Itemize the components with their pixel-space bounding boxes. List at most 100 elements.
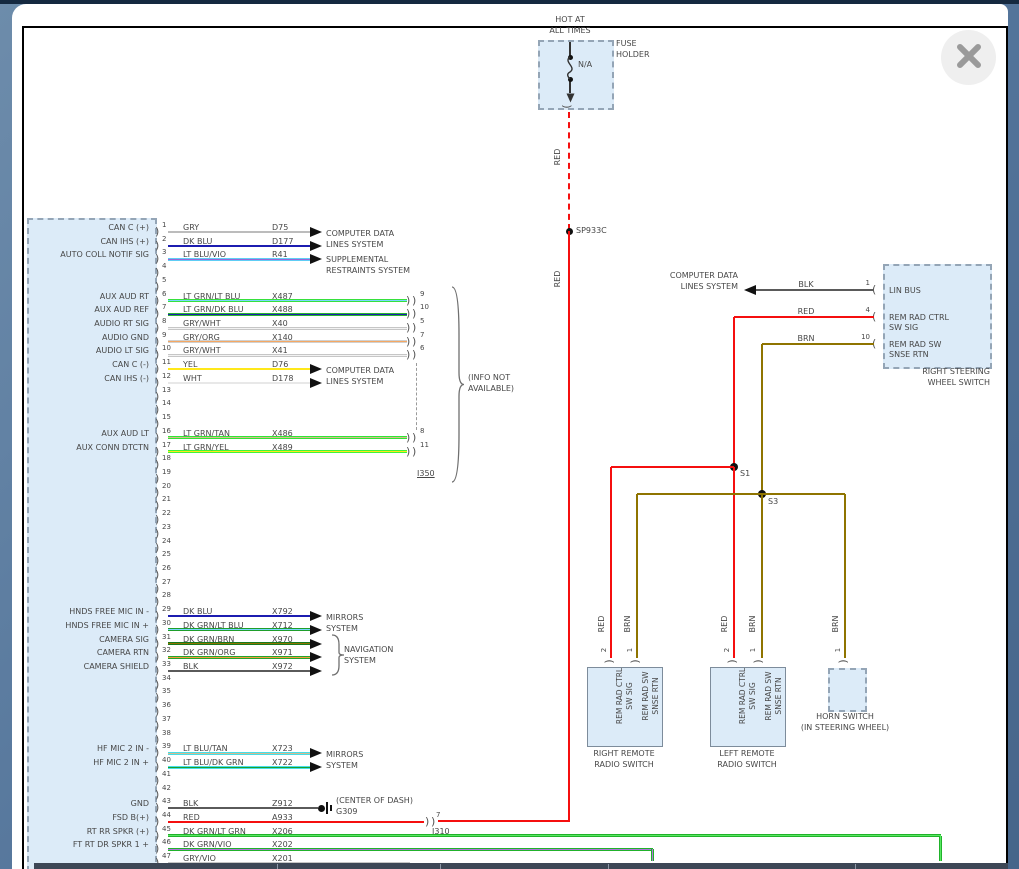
switch-pin-number: 2 [722,610,732,690]
pin-arc: ) [155,555,159,566]
wire-color-name: WHT [183,373,202,384]
wire-segment [168,821,424,823]
pin-number: 11 [162,358,171,367]
wire-color-name: LT GRN/DK BLU [183,304,244,315]
pin-label: FT RT DR SPKR 1 + [27,839,149,850]
mating-pin-number: 9 [420,290,424,299]
circuit-code: X202 [272,839,293,850]
pin-arc: ) [155,802,159,813]
circuit-code: X41 [272,345,288,356]
circuit-code: X970 [272,634,293,645]
steering-pin-number: 1 [852,279,870,288]
arrow-right-icon [310,639,322,649]
lin-bus-wire [756,289,874,291]
pin-number: 35 [162,687,171,696]
info-brace [450,286,466,483]
pin-number: 34 [162,674,171,683]
close-button[interactable] [941,30,996,85]
circuit-code: X972 [272,661,293,672]
pin-arc: ) [155,336,159,347]
wire-color-name: LT GRN/LT BLU [183,291,240,302]
circuit-code: X486 [272,428,293,439]
horn-caption: (IN STEERING WHEEL) [788,722,902,733]
diagram-card: HOT ATALL TIMESFUSEHOLDERN/A)REDSP933CRE… [12,4,1008,869]
pin-number: 16 [162,427,171,436]
wire-color-name: LT GRN/YEL [183,442,229,453]
pin-arc: ) [155,308,159,319]
arrow-right-icon [310,364,322,374]
switch-pin-arc: ) [727,659,738,663]
arrow-right-icon [310,611,322,621]
pin-number: 8 [162,317,166,326]
pin-label: FSD B(+) [27,812,149,823]
switch-caption: LEFT REMOTE [702,748,792,759]
wire-segment [637,493,845,495]
pin-arc: ) [155,542,159,553]
mating-pin-arc: ) [406,322,410,333]
dashed-line [568,112,570,230]
pin-number: 2 [162,235,166,244]
pin-number: 12 [162,372,171,381]
pin-number: 29 [162,605,171,614]
mating-pin-number: 11 [420,441,429,450]
pin-number: 41 [162,770,171,779]
circuit-code: X971 [272,647,293,658]
pin-label: HF MIC 2 IN + [27,757,149,768]
wire-segment [611,466,734,468]
wiring-diagram-canvas: HOT ATALL TIMESFUSEHOLDERN/A)REDSP933CRE… [12,4,1008,869]
pin-arc: ) [155,226,159,237]
pin-number: 4 [162,262,166,271]
pin-label: AUX AUD REF [27,304,149,315]
arrow-right-icon [310,748,322,758]
circuit-code: D76 [272,359,288,370]
wire-color-name: GRY/WHT [183,318,221,329]
pin-number: 19 [162,468,171,477]
pin-arc: ) [155,610,159,621]
system-label: RESTRAINTS SYSTEM [326,265,410,276]
pin-arc: ) [155,830,159,841]
arrow-right-icon [310,227,322,237]
circuit-code: X206 [272,826,293,837]
horn-caption: HORN SWITCH [800,711,890,722]
circuit-code: Z912 [272,798,293,809]
wire-segment [610,467,612,658]
arrow-right-icon [310,762,322,772]
ground-id: G309 [336,806,357,817]
wire-segment [568,231,570,822]
wire-color-name: BLK [183,798,198,809]
system-label: LINES SYSTEM [326,376,383,387]
mating-pin-arc: ) [412,295,416,306]
switch-pin-number: 1 [748,610,758,690]
pin-number: 43 [162,797,171,806]
arrow-right-icon [310,378,322,388]
pin-arc: ) [155,747,159,758]
pin-label: CAN IHS (-) [27,373,149,384]
system-label: SYSTEM [326,623,358,634]
pin-number: 37 [162,715,171,724]
pin-arc: ) [155,816,159,827]
pin-number: 9 [162,331,166,340]
switch-pin-arc: ) [753,659,764,663]
ground-icon [330,805,332,811]
inline-pin-number: 7 [436,811,440,820]
circuit-code: X488 [272,304,293,315]
toolbar-separator [440,864,441,869]
pin-arc: ) [155,514,159,525]
pin-label: CAN C (-) [27,359,149,370]
mating-pin-arc: ) [406,432,410,443]
switch-caption: RADIO SWITCH [579,759,669,770]
mating-pin-number: 5 [420,317,424,326]
pin-number: 47 [162,852,171,861]
pin-number: 24 [162,537,171,546]
system-label: LINES SYSTEM [660,281,738,292]
pin-number: 14 [162,399,171,408]
nav-brace [330,634,346,676]
system-label: MIRRORS [326,749,363,760]
pin-number: 1 [162,221,166,230]
wire-segment [733,317,735,467]
pin-arc: ) [155,706,159,717]
bottom-toolbar[interactable] [34,863,1008,869]
fuse-value: N/A [578,59,592,70]
pin-arc: ) [155,295,159,306]
arrow-left-icon [744,285,756,295]
